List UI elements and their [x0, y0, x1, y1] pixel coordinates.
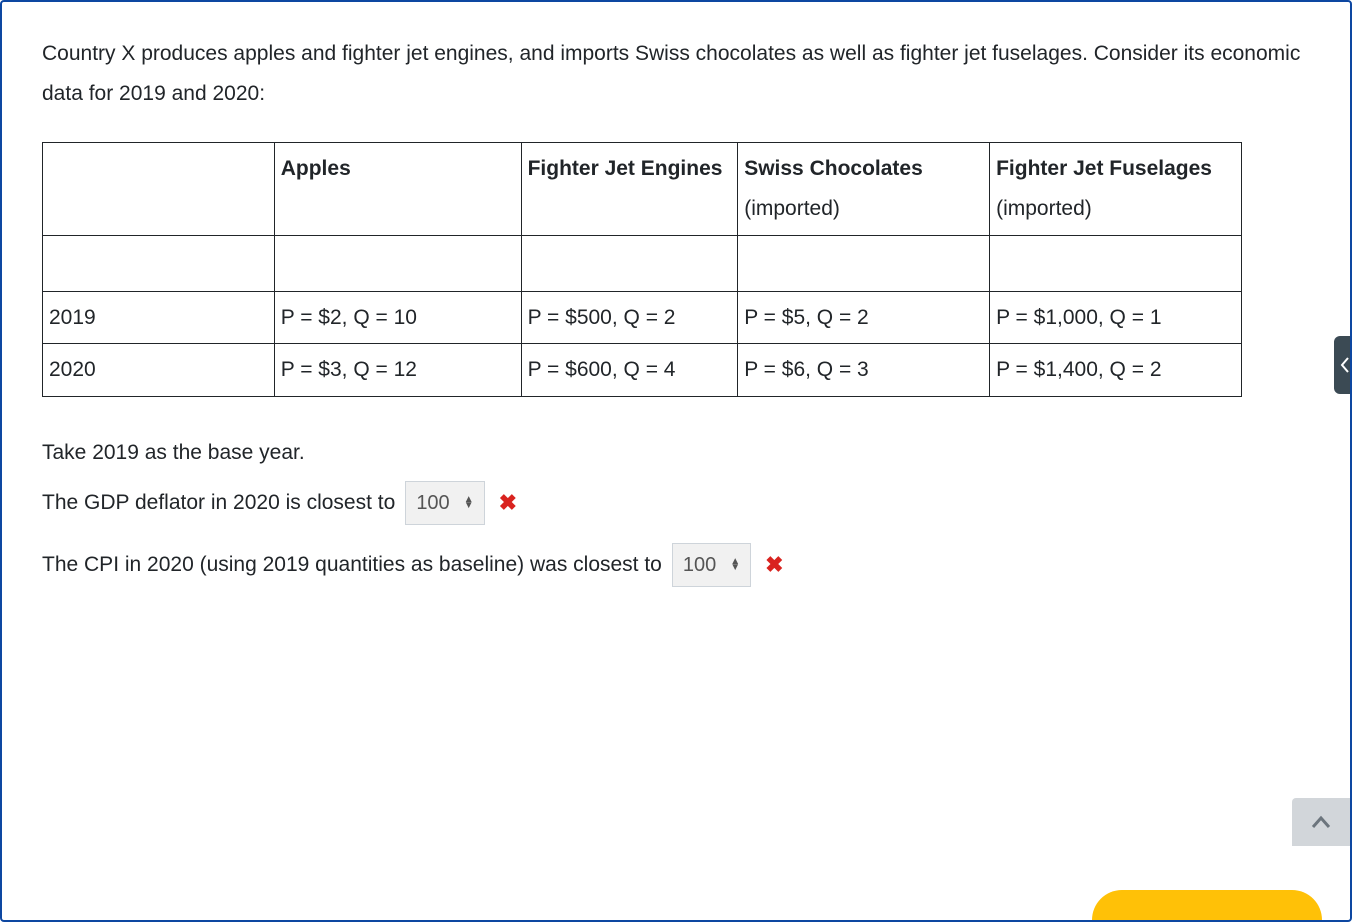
updown-icon: ▲▼ [730, 559, 740, 571]
col-header-fuselages: Fighter Jet Fuselages (imported) [990, 142, 1242, 235]
updown-icon: ▲▼ [464, 497, 474, 509]
scroll-to-top-button[interactable] [1292, 798, 1350, 846]
q2-text: The CPI in 2020 (using 2019 quantities a… [42, 545, 662, 585]
col-header-apples: Apples [274, 142, 521, 235]
cell-year: 2019 [43, 291, 275, 344]
question-intro: Country X produces apples and fighter je… [42, 34, 1310, 114]
chevron-left-icon [1340, 357, 1350, 373]
question-2-line: The CPI in 2020 (using 2019 quantities a… [42, 543, 1310, 587]
economic-data-table: Apples Fighter Jet Engines Swiss Chocola… [42, 142, 1242, 398]
side-drawer-toggle[interactable] [1334, 336, 1352, 394]
cell-chocolates: P = $6, Q = 3 [738, 344, 990, 397]
cell-engines: P = $600, Q = 4 [521, 344, 738, 397]
q1-text: The GDP deflator in 2020 is closest to [42, 483, 395, 523]
question-1-line: The GDP deflator in 2020 is closest to 1… [42, 481, 1310, 525]
q2-select[interactable]: 100 ▲▼ [672, 543, 751, 587]
cell-fuselages: P = $1,400, Q = 2 [990, 344, 1242, 397]
cell-apples: P = $3, Q = 12 [274, 344, 521, 397]
cell-chocolates: P = $5, Q = 2 [738, 291, 990, 344]
chat-widget[interactable] [1092, 890, 1322, 922]
question-container: Country X produces apples and fighter je… [0, 0, 1352, 922]
col-header-year [43, 142, 275, 235]
table-row: 2020 P = $3, Q = 12 P = $600, Q = 4 P = … [43, 344, 1242, 397]
incorrect-icon: ✖ [765, 544, 783, 586]
table-row: 2019 P = $2, Q = 10 P = $500, Q = 2 P = … [43, 291, 1242, 344]
q2-selected-value: 100 [683, 546, 716, 584]
base-year-note: Take 2019 as the base year. [42, 433, 1310, 473]
table-spacer-row [43, 235, 1242, 291]
table-header-row: Apples Fighter Jet Engines Swiss Chocola… [43, 142, 1242, 235]
cell-year: 2020 [43, 344, 275, 397]
cell-apples: P = $2, Q = 10 [274, 291, 521, 344]
q1-select[interactable]: 100 ▲▼ [405, 481, 484, 525]
incorrect-icon: ✖ [499, 482, 517, 524]
cell-engines: P = $500, Q = 2 [521, 291, 738, 344]
col-header-chocolates: Swiss Chocolates (imported) [738, 142, 990, 235]
chevron-up-icon [1311, 815, 1331, 829]
q1-selected-value: 100 [416, 484, 449, 522]
col-header-engines: Fighter Jet Engines [521, 142, 738, 235]
cell-fuselages: P = $1,000, Q = 1 [990, 291, 1242, 344]
